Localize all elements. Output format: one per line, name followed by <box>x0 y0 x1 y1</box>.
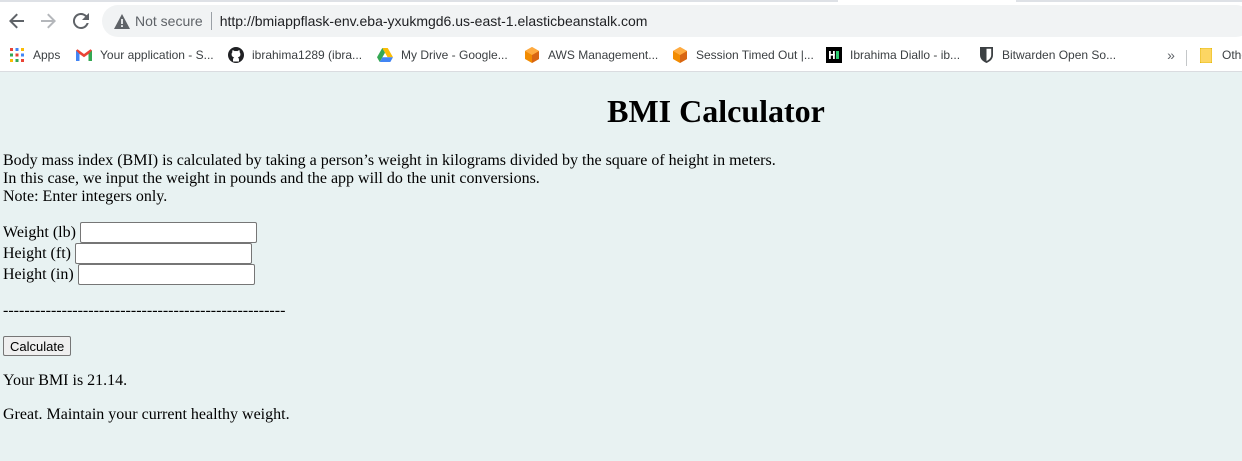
weight-row: Weight (lb) <box>3 222 257 243</box>
bmi-form: Weight (lb) Height (ft) Height (in) <box>3 222 257 285</box>
page-title: BMI Calculator <box>607 93 825 129</box>
address-bar[interactable]: Not secure http://bmiappflask-env.eba-yx… <box>102 5 1242 37</box>
height-in-input[interactable] <box>77 264 255 285</box>
height-ft-label: Height (ft) <box>3 244 71 262</box>
google-drive-icon <box>377 47 393 63</box>
bookmark-other-bookmarks[interactable]: Othe <box>1198 44 1242 66</box>
bookmark-session-timed-out[interactable]: Session Timed Out |... <box>672 44 814 66</box>
browser-toolbar: Not secure http://bmiappflask-env.eba-yx… <box>0 2 1242 40</box>
url-text[interactable]: http://bmiappflask-env.eba-yxukmgd6.us-e… <box>220 13 648 29</box>
bookmarks-overflow-button[interactable]: » <box>1163 44 1179 66</box>
intro-line: In this case, we input the weight in pou… <box>3 170 540 187</box>
folder-icon <box>1198 47 1214 63</box>
height-ft-input[interactable] <box>74 243 252 264</box>
intro-line: Body mass index (BMI) is calculated by t… <box>3 152 776 169</box>
bookmark-bitwarden[interactable]: Bitwarden Open So... <box>978 44 1116 66</box>
browser-chrome: Not secure http://bmiappflask-env.eba-yx… <box>0 0 1242 72</box>
security-label: Not secure <box>135 13 203 29</box>
bookmark-label: Ibrahima Diallo - ib... <box>850 48 961 62</box>
bookmark-label: AWS Management... <box>548 48 659 62</box>
bookmark-label: ibrahima1289 (ibra... <box>252 48 363 62</box>
bookmark-gmail[interactable]: Your application - S... <box>76 44 214 66</box>
reload-button[interactable] <box>69 9 93 33</box>
bookmarks-separator <box>1186 50 1187 66</box>
gmail-icon <box>76 47 92 63</box>
intro-text: Body mass index (BMI) is calculated by t… <box>3 152 776 206</box>
bookmark-apps[interactable]: Apps <box>9 44 60 66</box>
bookmark-github[interactable]: ibrahima1289 (ibra... <box>228 44 362 66</box>
bookmark-label: Session Timed Out |... <box>696 48 814 62</box>
weight-input[interactable] <box>79 222 257 243</box>
bookmark-label: My Drive - Google... <box>401 48 508 62</box>
height-in-row: Height (in) <box>3 264 257 285</box>
security-indicator[interactable]: Not secure <box>102 5 211 37</box>
back-button[interactable] <box>5 9 29 33</box>
calculate-button[interactable]: Calculate <box>3 336 72 356</box>
bmi-advice: Great. Maintain your current healthy wei… <box>3 406 290 423</box>
bookmark-label: Bitwarden Open So... <box>1002 48 1117 62</box>
bookmark-aws-management[interactable]: AWS Management... <box>524 44 658 66</box>
weight-label: Weight (lb) <box>3 223 76 241</box>
bmi-result: Your BMI is 21.14. <box>3 372 128 389</box>
aws-box-icon <box>672 47 688 63</box>
aws-box-icon <box>524 47 540 63</box>
height-ft-row: Height (ft) <box>3 243 257 264</box>
bookmarks-bar: Apps Your application - S... ibrahima128… <box>0 40 1242 70</box>
separator-line: ----------------------------------------… <box>3 302 286 319</box>
bookmark-label: Apps <box>33 48 61 62</box>
bookmark-ibrahima-diallo[interactable]: Ibrahima Diallo - ib... <box>826 44 960 66</box>
bitwarden-shield-icon <box>978 47 994 63</box>
github-icon <box>228 47 244 63</box>
page-content: BMI Calculator Body mass index (BMI) is … <box>0 72 1242 461</box>
hashnode-icon <box>826 47 842 63</box>
omnibox-divider <box>210 12 212 30</box>
height-in-label: Height (in) <box>3 265 74 283</box>
back-arrow-icon <box>9 13 24 29</box>
forward-button[interactable] <box>36 9 60 33</box>
warning-triangle-icon <box>114 13 130 29</box>
forward-arrow-icon <box>41 13 56 29</box>
intro-line: Note: Enter integers only. <box>3 188 168 205</box>
apps-grid-icon <box>9 47 25 63</box>
reload-icon <box>73 13 89 29</box>
bookmark-label: Your application - S... <box>100 48 214 62</box>
bookmark-label: Othe <box>1222 48 1242 62</box>
bookmark-google-drive[interactable]: My Drive - Google... <box>377 44 508 66</box>
